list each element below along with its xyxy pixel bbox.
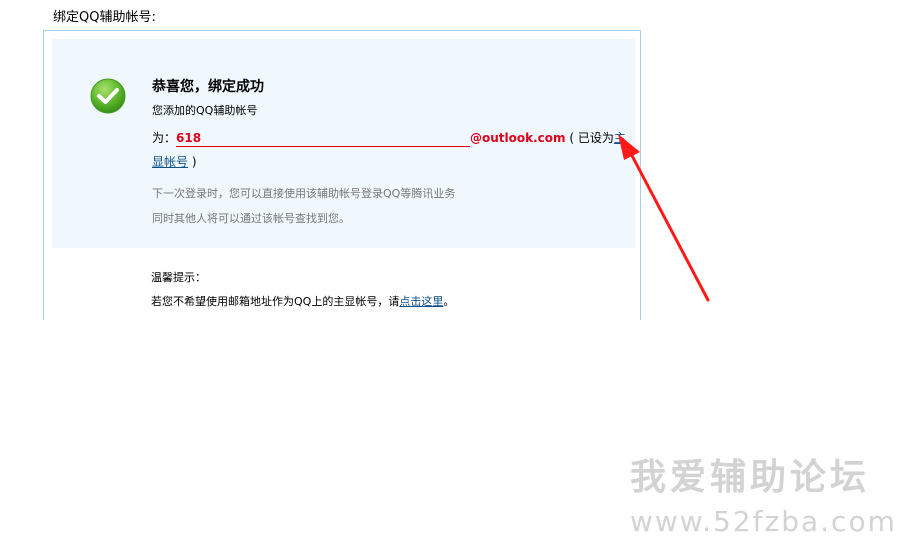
info-line-1: 下一次登录时，您可以直接使用该辅助帐号登录QQ等腾讯业务 [152, 187, 456, 200]
email-prefix: 为： [152, 131, 177, 145]
page-heading: 绑定QQ辅助帐号: [53, 10, 156, 25]
tip-title: 温馨提示： [151, 271, 206, 284]
email-local-part: 618 [176, 131, 471, 147]
success-box: 恭喜您，绑定成功 您添加的QQ辅助帐号 为：618 @outlook.com ( … [52, 39, 635, 248]
tip-text: 若您不希望使用邮箱地址作为QQ上的主显帐号，请点击这里。 [151, 293, 454, 309]
tip-text-after: 。 [443, 295, 455, 308]
info-line-2: 同时其他人将可以通过该帐号查找到您。 [152, 212, 350, 225]
added-account-text: 您添加的QQ辅助帐号 [152, 104, 258, 117]
bind-result-panel: 恭喜您，绑定成功 您添加的QQ辅助帐号 为：618 @outlook.com ( … [43, 30, 641, 320]
watermark-title: 我爱辅助论坛 [630, 457, 871, 498]
page: 绑定QQ辅助帐号: 恭喜您，绑定成功 您添加的QQ辅助帐号 为：618 @out… [0, 0, 900, 560]
tip-text-before: 若您不希望使用邮箱地址作为QQ上的主显帐号，请 [151, 295, 400, 308]
set-as-close: ) [191, 155, 197, 169]
email-domain: @outlook.com [470, 131, 566, 145]
email-line: 为：618 @outlook.com ( 已设为主显帐号 ) [152, 126, 627, 174]
check-success-icon [90, 78, 126, 114]
click-here-link[interactable]: 点击这里 [399, 295, 443, 308]
watermark-url: www.52fzba.com [630, 505, 897, 538]
success-title: 恭喜您，绑定成功 [152, 79, 264, 95]
set-as-text: ( 已设为 [569, 131, 614, 145]
